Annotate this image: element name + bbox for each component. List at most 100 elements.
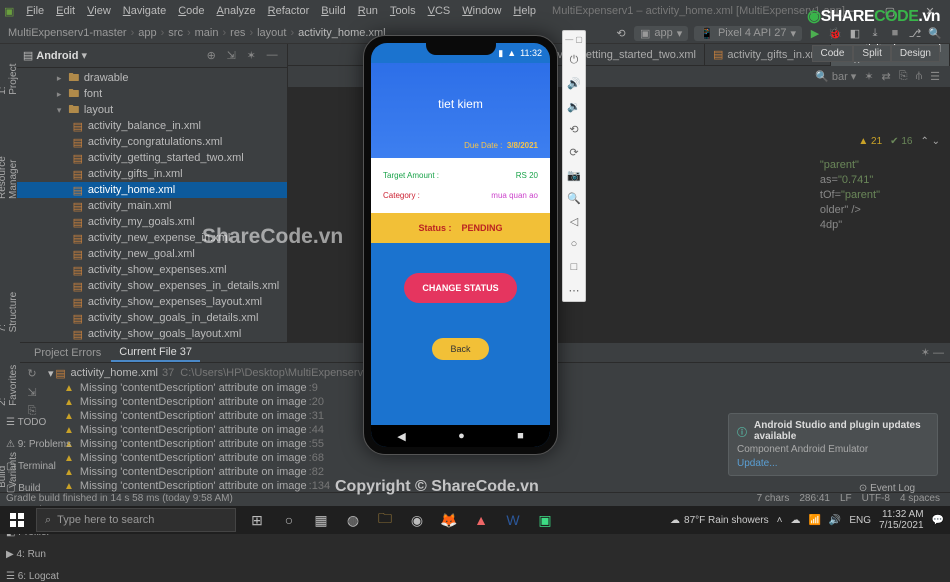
view-split[interactable]: Split [853,45,890,62]
task-view-icon[interactable]: ⊞ [242,506,272,534]
bottom-tool[interactable]: ⚠ 9: Problems [6,439,105,450]
start-button[interactable] [0,506,34,534]
change-status-button[interactable]: CHANGE STATUS [404,273,516,303]
bottom-tool[interactable]: ▢ Terminal [6,461,105,472]
more-icon[interactable]: ⋯ [567,283,581,297]
tree-file[interactable]: ▤activity_balance_in.xml [17,118,287,134]
tree-file[interactable]: ▤activity_getting_started_two.xml [17,150,287,166]
weather-widget[interactable]: ☁87°F Rain showers [670,515,769,526]
tray-volume-icon[interactable]: 🔊 [829,515,841,526]
menu-vcs[interactable]: VCS [422,3,457,19]
crumb-seg[interactable]: MultiExpenserv1-master [8,27,127,39]
collapse-icon[interactable]: ⇲ [227,49,241,63]
overview-icon[interactable]: □ [567,260,581,274]
tray-chevron[interactable]: ˄ [777,515,783,526]
task-icon[interactable]: ▦ [306,506,336,534]
word-icon[interactable]: W [498,506,528,534]
menu-code[interactable]: Code [172,3,210,19]
menu-build[interactable]: Build [315,3,351,19]
locate-icon[interactable]: ⊕ [207,49,221,63]
debug-icon[interactable]: 🐞 [828,26,842,40]
volume-up-icon[interactable]: 🔊 [567,76,581,90]
view-code[interactable]: Code [812,45,854,62]
problems-tab-current[interactable]: Current File 37 [111,344,200,362]
view-design[interactable]: Design [891,45,940,62]
tree-file[interactable]: ▤activity_show_goals_layout.xml [17,326,287,342]
warn-count[interactable]: ▲ 21 [858,136,882,147]
menu-view[interactable]: View [81,3,117,19]
gutter-structure[interactable]: 7: Structure [0,281,20,336]
tree-file[interactable]: ▤activity_home.xml [17,182,287,198]
firefox-icon[interactable]: 🦊 [434,506,464,534]
menu-window[interactable]: Window [456,3,507,19]
bottom-tool[interactable]: ☰ TODO [6,417,105,428]
tree-file[interactable]: ▤activity_show_goals_in_details.xml [17,310,287,326]
profile-icon[interactable]: ◧ [848,26,862,40]
crumb-seg[interactable]: app [138,27,156,39]
tree-file[interactable]: ▤activity_show_expenses.xml [17,262,287,278]
tree-folder[interactable]: ▸🖿font [17,86,287,102]
ok-count[interactable]: ✔ 16 [890,136,912,147]
explorer-icon[interactable]: 🗀 [370,506,400,534]
menu-help[interactable]: Help [507,3,542,19]
crumb-seg[interactable]: main [195,27,219,39]
settings-icon[interactable]: ✶ [247,49,261,63]
breadcrumb-file[interactable]: activity_home.xml [298,27,385,39]
tree-file[interactable]: ▤activity_my_goals.xml [17,214,287,230]
bottom-tool[interactable]: ▶ 4: Run [6,549,105,560]
menu-edit[interactable]: Edit [50,3,81,19]
menu-refactor[interactable]: Refactor [262,3,316,19]
run-icon[interactable]: ▶ [808,26,822,40]
update-notification[interactable]: ⓘAndroid Studio and plugin updates avail… [728,413,938,476]
problem-item[interactable]: ▲Missing 'contentDescription' attribute … [44,479,950,492]
crumb-seg[interactable]: layout [257,27,286,39]
crumb-seg[interactable]: res [230,27,245,39]
vlc-icon[interactable]: ▲ [466,506,496,534]
menu-tools[interactable]: Tools [384,3,422,19]
android-studio-icon[interactable]: ▣ [530,506,560,534]
tree-file[interactable]: ▤activity_main.xml [17,198,287,214]
zoom-icon[interactable]: 🔍 [567,191,581,205]
rotate-left-icon[interactable]: ⟲ [567,122,581,136]
git-icon[interactable]: ⎇ [908,26,922,40]
back-icon[interactable]: ◁ [567,214,581,228]
volume-down-icon[interactable]: 🔉 [567,99,581,113]
tray-lang[interactable]: ENG [849,515,871,526]
chrome-icon[interactable]: ◉ [402,506,432,534]
tree-folder[interactable]: ▾🖿layout [17,102,287,118]
search-pill[interactable]: 🔍 bar ▾ [815,70,856,83]
rotate-right-icon[interactable]: ⟳ [567,145,581,159]
back-button[interactable]: Back [432,338,488,360]
power-icon[interactable]: ⏻ [567,53,581,67]
sync-icon[interactable]: ⟲ [614,26,628,40]
obs-icon[interactable]: ◍ [338,506,368,534]
search-icon[interactable]: 🔍 [928,26,942,40]
tree-file[interactable]: ▤activity_show_expenses_layout.xml [17,294,287,310]
gutter-resource[interactable]: Resource Manager [0,117,20,203]
tray-clock[interactable]: 11:32 AM7/15/2021 [879,509,924,531]
device-combo[interactable]: 📱 Pixel 4 API 27 ▾ [694,26,802,41]
menu-run[interactable]: Run [352,3,384,19]
tree-file[interactable]: ▤activity_new_goal.xml [17,246,287,262]
camera-icon[interactable]: 📷 [567,168,581,182]
tree-file[interactable]: ▤activity_congratulations.xml [17,134,287,150]
tray-notifications-icon[interactable]: 💬 [932,515,944,526]
problems-hide[interactable]: ✶ — [921,346,944,359]
menu-navigate[interactable]: Navigate [117,3,172,19]
tree-file[interactable]: ▤activity_new_expense_in.xml [17,230,287,246]
bottom-tool[interactable]: ☰ 6: Logcat [6,571,105,582]
tree-file[interactable]: ▤activity_show_expenses_in_details.xml [17,278,287,294]
project-mode[interactable]: ▤ Android ▾ [23,49,87,62]
crumb-seg[interactable]: src [168,27,183,39]
problems-tab-project[interactable]: Project Errors [26,345,109,361]
tree-folder[interactable]: ▸🖿drawable [17,70,287,86]
attach-icon[interactable]: ⤓ [868,26,882,40]
home-icon[interactable]: ○ [567,237,581,251]
menu-analyze[interactable]: Analyze [211,3,262,19]
cortana-icon[interactable]: ○ [274,506,304,534]
gutter-project[interactable]: 1: Project [0,52,20,99]
taskbar-search[interactable]: ⌕Type here to search [36,508,236,532]
tray-cloud-icon[interactable]: ☁ [790,515,800,526]
hide-icon[interactable]: — [267,49,281,63]
gutter-favorites[interactable]: 2: Favorites [0,354,20,410]
